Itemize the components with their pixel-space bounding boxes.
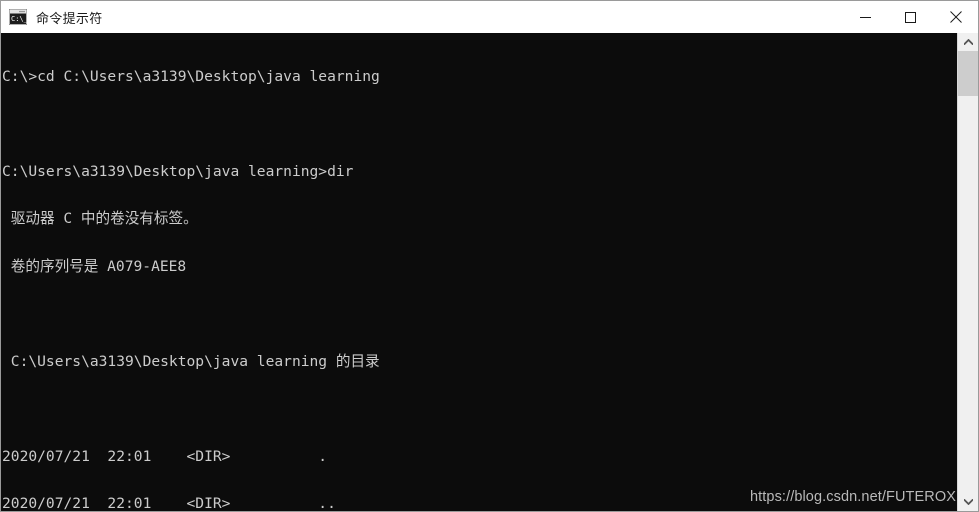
close-button[interactable] bbox=[933, 1, 978, 33]
close-icon bbox=[949, 11, 962, 23]
scrollbar-down-button[interactable] bbox=[958, 493, 978, 511]
maximize-button[interactable] bbox=[888, 1, 933, 33]
minimize-button[interactable] bbox=[843, 1, 888, 33]
console-line: 2020/07/21 22:01 <DIR> . bbox=[2, 447, 328, 465]
watermark-url: https://blog.csdn.net/FUTEROX bbox=[750, 489, 956, 505]
vertical-scrollbar[interactable] bbox=[957, 33, 978, 511]
chevron-up-icon bbox=[963, 39, 973, 45]
chevron-down-icon bbox=[963, 499, 973, 505]
cmd-console-icon: C:\_ bbox=[8, 8, 29, 26]
maximize-icon bbox=[905, 11, 916, 23]
title-bar-left: C:\_ 命令提示符 bbox=[1, 8, 843, 27]
window-title: 命令提示符 bbox=[36, 11, 103, 27]
svg-text:C:\_: C:\_ bbox=[11, 15, 27, 23]
console-line: 卷的序列号是 A079-AEE8 bbox=[2, 257, 187, 275]
console-line: C:\Users\a3139\Desktop\java learning 的目录 bbox=[2, 352, 380, 370]
console-line: C:\Users\a3139\Desktop\java learning>dir bbox=[2, 162, 354, 180]
minimize-icon bbox=[860, 16, 871, 18]
scrollbar-thumb[interactable] bbox=[958, 51, 978, 96]
console-line: C:\>cd C:\Users\a3139\Desktop\java learn… bbox=[2, 67, 380, 85]
console-text-buffer: C:\>cd C:\Users\a3139\Desktop\java learn… bbox=[1, 33, 957, 511]
scrollbar-up-button[interactable] bbox=[958, 33, 978, 51]
console-line: 驱动器 C 中的卷没有标签。 bbox=[2, 210, 198, 228]
command-prompt-window: C:\_ 命令提示符 C:\>cd C:\Users\a3139\Desktop… bbox=[0, 0, 979, 512]
title-bar[interactable]: C:\_ 命令提示符 bbox=[1, 1, 978, 33]
console-output-area[interactable]: C:\>cd C:\Users\a3139\Desktop\java learn… bbox=[1, 33, 978, 511]
